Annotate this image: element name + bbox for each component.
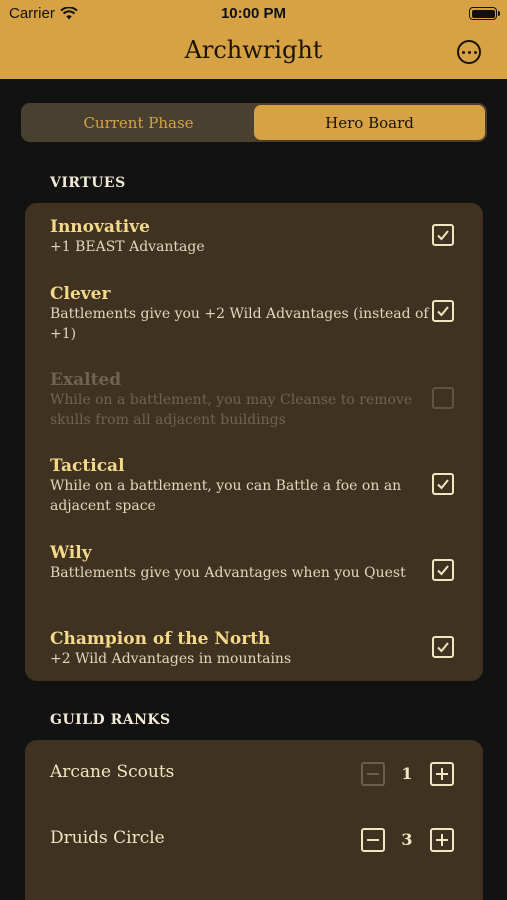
virtue-exalted: Exalted While on a battlement, you may C…	[50, 370, 430, 430]
virtues-section-header: VIRTUES	[50, 175, 126, 191]
virtue-description: +2 Wild Advantages in mountains	[50, 651, 292, 667]
virtue-checkbox-clever[interactable]	[432, 300, 454, 322]
virtue-innovative: Innovative +1 BEAST Advantage	[50, 217, 430, 258]
virtue-clever: Clever Battlements give you +2 Wild Adva…	[50, 284, 430, 344]
virtue-name: Tactical	[50, 456, 125, 476]
guild-rank-name-druids-circle: Druids Circle	[50, 828, 165, 848]
guild-ranks-card: Arcane Scouts 1 Druids Circle 3	[25, 740, 483, 900]
checkmark-icon	[437, 565, 449, 576]
virtue-name: Innovative	[50, 217, 150, 237]
battery-icon	[469, 7, 500, 20]
decrement-button-druids-circle[interactable]	[361, 828, 385, 852]
more-options-button[interactable]	[457, 40, 481, 64]
guild-rank-value-arcane-scouts: 1	[401, 764, 413, 783]
checkmark-icon	[437, 306, 449, 317]
segment-current-phase[interactable]: Current Phase	[23, 105, 254, 140]
virtue-name: Exalted	[50, 370, 122, 390]
increment-button-druids-circle[interactable]	[430, 828, 454, 852]
virtue-description: +1 BEAST Advantage	[50, 239, 205, 255]
segment-hero-board[interactable]: Hero Board	[254, 105, 485, 140]
guild-ranks-section-header: GUILD RANKS	[50, 712, 171, 728]
virtue-checkbox-innovative[interactable]	[432, 224, 454, 246]
virtue-name: Wily	[50, 543, 92, 563]
virtue-checkbox-wily[interactable]	[432, 559, 454, 581]
virtue-description: Battlements give you Advantages when you…	[50, 565, 406, 581]
virtues-card: Innovative +1 BEAST Advantage Clever Bat…	[25, 203, 483, 681]
ellipsis-circle-icon	[461, 50, 465, 54]
increment-button-arcane-scouts[interactable]	[430, 762, 454, 786]
virtue-description: Battlements give you +2 Wild Advantages …	[50, 306, 429, 342]
virtue-checkbox-tactical[interactable]	[432, 473, 454, 495]
checkmark-icon	[437, 230, 449, 241]
page-title: Archwright	[184, 36, 323, 64]
checkmark-icon	[437, 642, 449, 653]
status-bar: Carrier 10:00 PM	[0, 0, 507, 28]
decrement-button-arcane-scouts[interactable]	[361, 762, 385, 786]
navigation-bar: Archwright	[0, 28, 507, 79]
status-time: 10:00 PM	[220, 5, 287, 22]
virtue-name: Champion of the North	[50, 629, 271, 649]
virtue-tactical: Tactical While on a battlement, you can …	[50, 456, 430, 516]
virtue-description: While on a battlement, you may Cleanse t…	[50, 392, 413, 428]
checkmark-icon	[437, 479, 449, 490]
segmented-control: Current Phase Hero Board	[21, 103, 487, 142]
virtue-checkbox-champion-of-the-north[interactable]	[432, 636, 454, 658]
guild-rank-name-arcane-scouts: Arcane Scouts	[50, 762, 175, 782]
virtue-checkbox-exalted[interactable]	[432, 387, 454, 409]
virtue-wily: Wily Battlements give you Advantages whe…	[50, 543, 430, 584]
virtue-description: While on a battlement, you can Battle a …	[50, 478, 402, 514]
virtue-champion-of-the-north: Champion of the North +2 Wild Advantages…	[50, 629, 430, 670]
virtue-name: Clever	[50, 284, 111, 304]
guild-rank-value-druids-circle: 3	[401, 830, 413, 849]
